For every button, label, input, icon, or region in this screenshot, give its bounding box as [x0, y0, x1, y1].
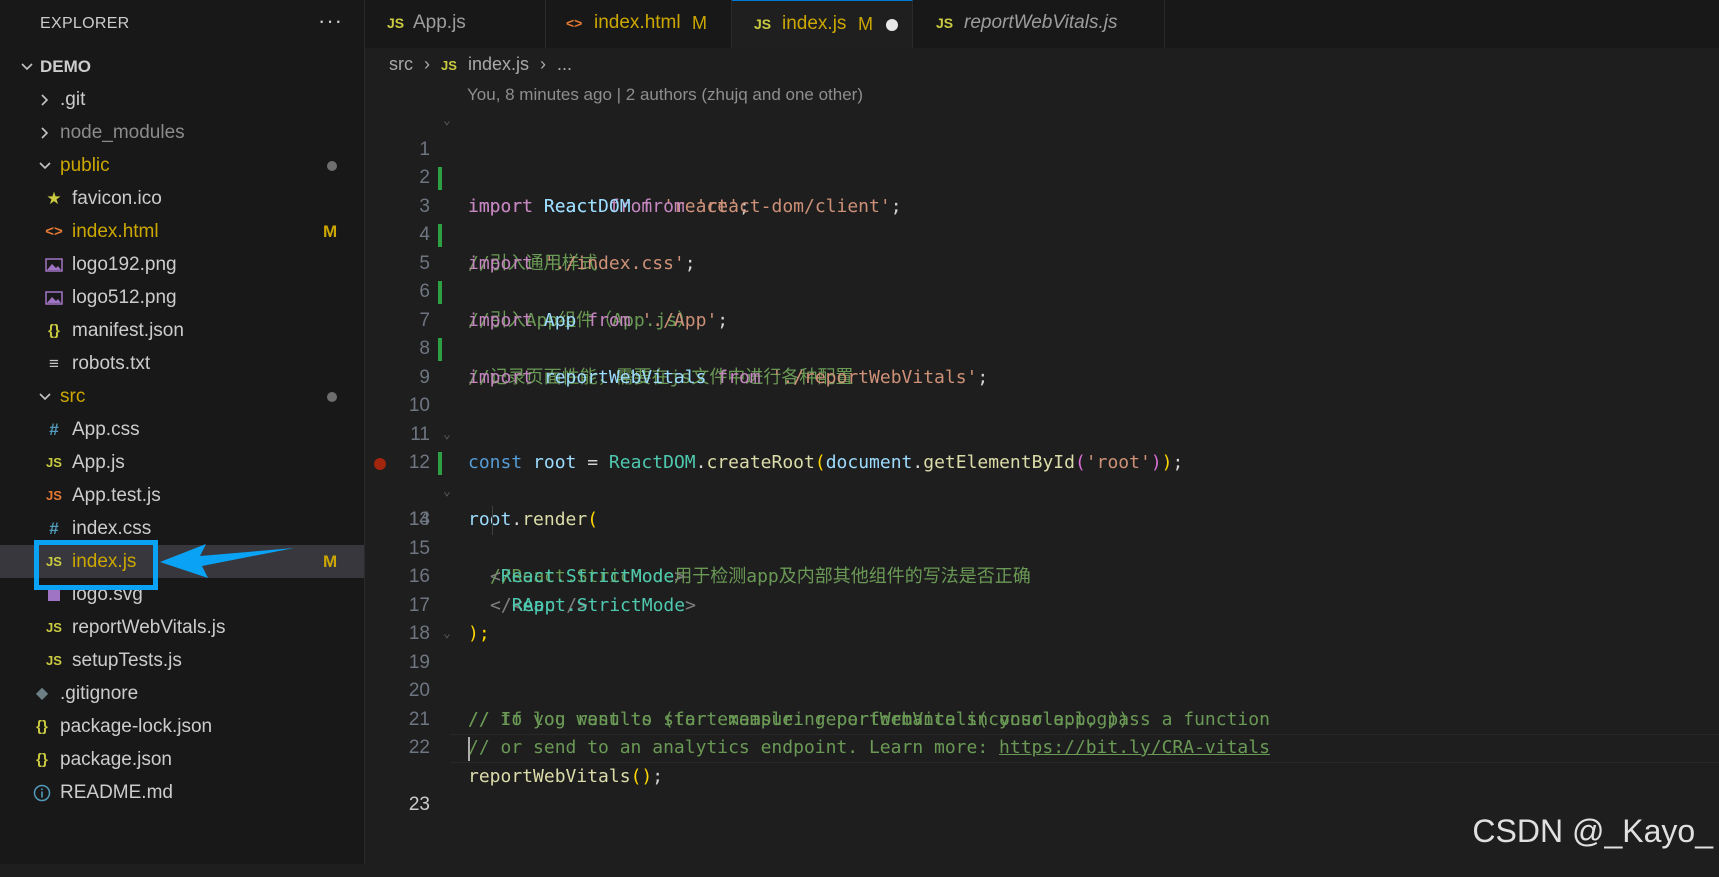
modified-badge: M [858, 14, 873, 34]
root-folder-label: DEMO [40, 57, 91, 76]
code-line: 17 ); [0, 563, 1719, 645]
code-line: 6 import App from './App'; [0, 250, 1719, 331]
more-actions-button[interactable]: ··· [318, 8, 343, 34]
js-icon: JS [936, 15, 954, 31]
code-line: 2 import ReactDOM from 'react-dom/client… [0, 136, 1719, 217]
tree-item-readme[interactable]: README.md [0, 776, 364, 809]
code-line: 5 //引入App组件（App.js） [0, 221, 1719, 331]
tab-index-html[interactable]: <> index.html M [546, 0, 732, 48]
code-line: 7 //记录页面性能，需要在js文件中进行各种配置 [0, 278, 1719, 388]
code-line: 10 [0, 364, 1719, 416]
code-line: 9 [0, 335, 1719, 388]
code-editor[interactable]: 1 ⌄ import React from 'react'; 2 import … [0, 107, 1719, 815]
breadcrumb-folder[interactable]: src [389, 54, 413, 74]
js-icon: JS [441, 58, 457, 73]
tab-label: reportWebVitals.js [964, 12, 1118, 33]
git-added-marker [438, 338, 442, 361]
fold-chevron-icon[interactable]: ⌄ [443, 421, 451, 450]
chevron-down-icon [18, 50, 36, 83]
tab-label: index.html [594, 12, 681, 33]
fold-chevron-icon[interactable]: ⌄ [443, 107, 451, 136]
code-line: 15 <App /> [0, 506, 1719, 616]
line-number: 23 [408, 794, 430, 815]
git-added-marker [438, 281, 442, 304]
code-line: 4 import './index.css'; [0, 193, 1719, 274]
code-line: 20 // to log results (for example: repor… [0, 649, 1719, 730]
js-icon: JS [387, 15, 405, 31]
explorer-header: EXPLORER ··· [0, 0, 364, 48]
tree-item-label: README.md [60, 782, 173, 803]
git-blame-codelens[interactable]: You, 8 minutes ago | 2 authors (zhujq an… [467, 85, 863, 105]
breadcrumb-symbol[interactable]: ... [557, 54, 572, 74]
code-line: 12 ⌄ root.render( [0, 421, 1719, 531]
js-icon: JS [754, 16, 772, 32]
code-line-current: 23 [0, 734, 1719, 815]
git-added-marker [438, 167, 442, 190]
tab-app-js[interactable]: JS App.js [365, 0, 546, 48]
code-line: 11 const root = ReactDOM.createRoot(docu… [0, 392, 1719, 474]
code-line: 13 //React.StricMode用于检测app及内部其他组件的写法是否正… [0, 449, 1719, 587]
folder-demo[interactable]: DEMO [0, 50, 364, 83]
code-line: 22 reportWebVitals(); [0, 706, 1719, 787]
code-line: 18 [0, 592, 1719, 644]
editor-tab-bar: JS App.js <> index.html M JS index.js M … [365, 0, 1719, 48]
explorer-title: EXPLORER [40, 15, 130, 32]
modified-badge: M [692, 13, 707, 33]
code-line: 8 import reportWebVitals from './reportW… [0, 307, 1719, 388]
fold-chevron-icon[interactable]: ⌄ [443, 478, 451, 507]
tab-index-js[interactable]: JS index.js M [732, 0, 913, 48]
tab-report-web-vitals[interactable]: JS reportWebVitals.js [914, 0, 1165, 48]
html-icon: <> [566, 15, 583, 31]
code-line: 3 //引入通用样式 [0, 164, 1719, 274]
breadcrumb: src › JS index.js › ... [389, 54, 578, 75]
breadcrumb-file[interactable]: index.js [468, 54, 529, 74]
text-cursor [468, 737, 470, 761]
code-line: 16 </React.StrictMode> [0, 535, 1719, 616]
watermark: CSDN @_Kayo_ [1472, 813, 1713, 849]
code-line: 21 // or send to an analytics endpoint. … [0, 677, 1719, 759]
git-added-marker [438, 224, 442, 247]
breakpoint-icon[interactable] [374, 458, 386, 470]
unsaved-dot-icon[interactable] [886, 19, 898, 31]
code-line: 14 ⌄ <React.StrictMode> [0, 478, 1719, 588]
tab-label: index.js [782, 13, 847, 34]
tab-label: App.js [413, 12, 466, 33]
git-added-marker [438, 452, 442, 475]
breadcrumb-separator-icon: › [540, 54, 546, 74]
breadcrumb-separator-icon: › [424, 54, 431, 74]
code-line: 1 ⌄ import React from 'react'; [0, 107, 1719, 217]
code-line: 19 ⌄ // If you want to start measuring p… [0, 620, 1719, 730]
fold-chevron-icon[interactable]: ⌄ [443, 620, 451, 649]
